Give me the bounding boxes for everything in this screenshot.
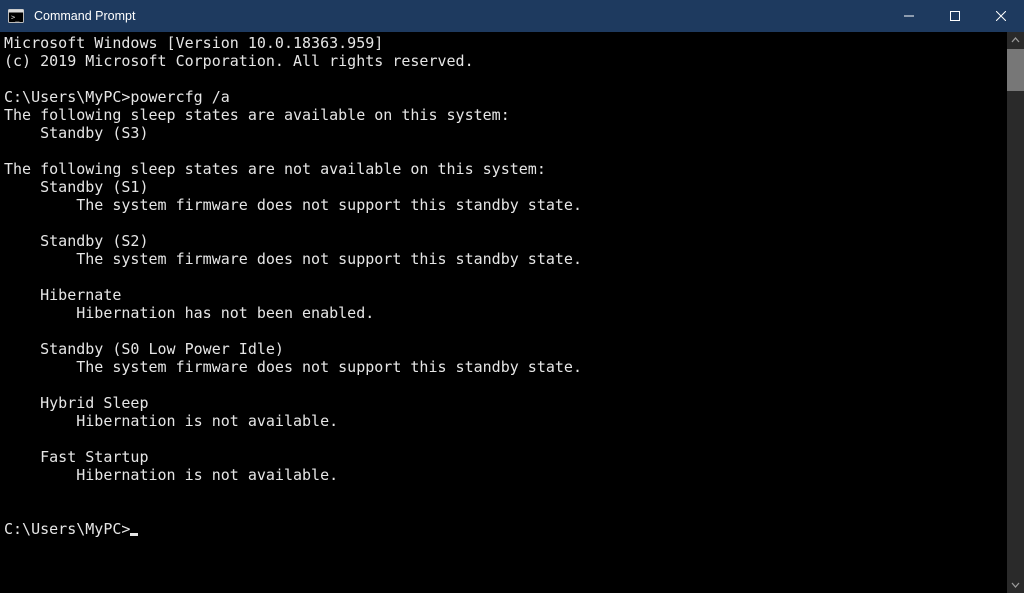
prompt-text: C:\Users\MyPC> [4, 520, 130, 538]
terminal-line: Hibernation has not been enabled. [4, 304, 1003, 322]
cursor [130, 533, 138, 536]
content-area: Microsoft Windows [Version 10.0.18363.95… [0, 32, 1024, 593]
maximize-button[interactable] [932, 0, 978, 32]
terminal-line: Hibernate [4, 286, 1003, 304]
terminal-line [4, 502, 1003, 520]
terminal-line [4, 214, 1003, 232]
terminal[interactable]: Microsoft Windows [Version 10.0.18363.95… [0, 32, 1007, 593]
minimize-icon [904, 11, 914, 21]
terminal-line [4, 430, 1003, 448]
terminal-prompt[interactable]: C:\Users\MyPC> [4, 520, 1003, 538]
terminal-line: (c) 2019 Microsoft Corporation. All righ… [4, 52, 1003, 70]
terminal-line: The system firmware does not support thi… [4, 196, 1003, 214]
terminal-line: C:\Users\MyPC>powercfg /a [4, 88, 1003, 106]
terminal-line: Standby (S1) [4, 178, 1003, 196]
chevron-up-icon [1011, 36, 1020, 45]
terminal-line: Standby (S0 Low Power Idle) [4, 340, 1003, 358]
terminal-line: The system firmware does not support thi… [4, 358, 1003, 376]
terminal-line: The following sleep states are available… [4, 106, 1003, 124]
window: >_ Command Prompt Microsoft Windows [Ver… [0, 0, 1024, 593]
scrollbar[interactable] [1007, 32, 1024, 593]
cmd-icon: >_ [0, 0, 32, 32]
terminal-line [4, 268, 1003, 286]
scroll-track[interactable] [1007, 49, 1024, 576]
terminal-line [4, 142, 1003, 160]
terminal-line: Fast Startup [4, 448, 1003, 466]
terminal-line [4, 322, 1003, 340]
scroll-thumb[interactable] [1007, 49, 1024, 91]
close-button[interactable] [978, 0, 1024, 32]
window-title: Command Prompt [32, 9, 135, 23]
terminal-line: The system firmware does not support thi… [4, 250, 1003, 268]
close-icon [996, 11, 1006, 21]
terminal-line: Hibernation is not available. [4, 412, 1003, 430]
terminal-line [4, 70, 1003, 88]
titlebar[interactable]: >_ Command Prompt [0, 0, 1024, 32]
terminal-line: Microsoft Windows [Version 10.0.18363.95… [4, 34, 1003, 52]
terminal-line [4, 376, 1003, 394]
terminal-line: The following sleep states are not avail… [4, 160, 1003, 178]
chevron-down-icon [1011, 580, 1020, 589]
maximize-icon [950, 11, 960, 21]
terminal-line: Standby (S2) [4, 232, 1003, 250]
scroll-down-button[interactable] [1007, 576, 1024, 593]
terminal-line [4, 484, 1003, 502]
minimize-button[interactable] [886, 0, 932, 32]
terminal-line: Standby (S3) [4, 124, 1003, 142]
scroll-up-button[interactable] [1007, 32, 1024, 49]
svg-text:>_: >_ [11, 14, 20, 22]
terminal-line: Hybrid Sleep [4, 394, 1003, 412]
terminal-line: Hibernation is not available. [4, 466, 1003, 484]
